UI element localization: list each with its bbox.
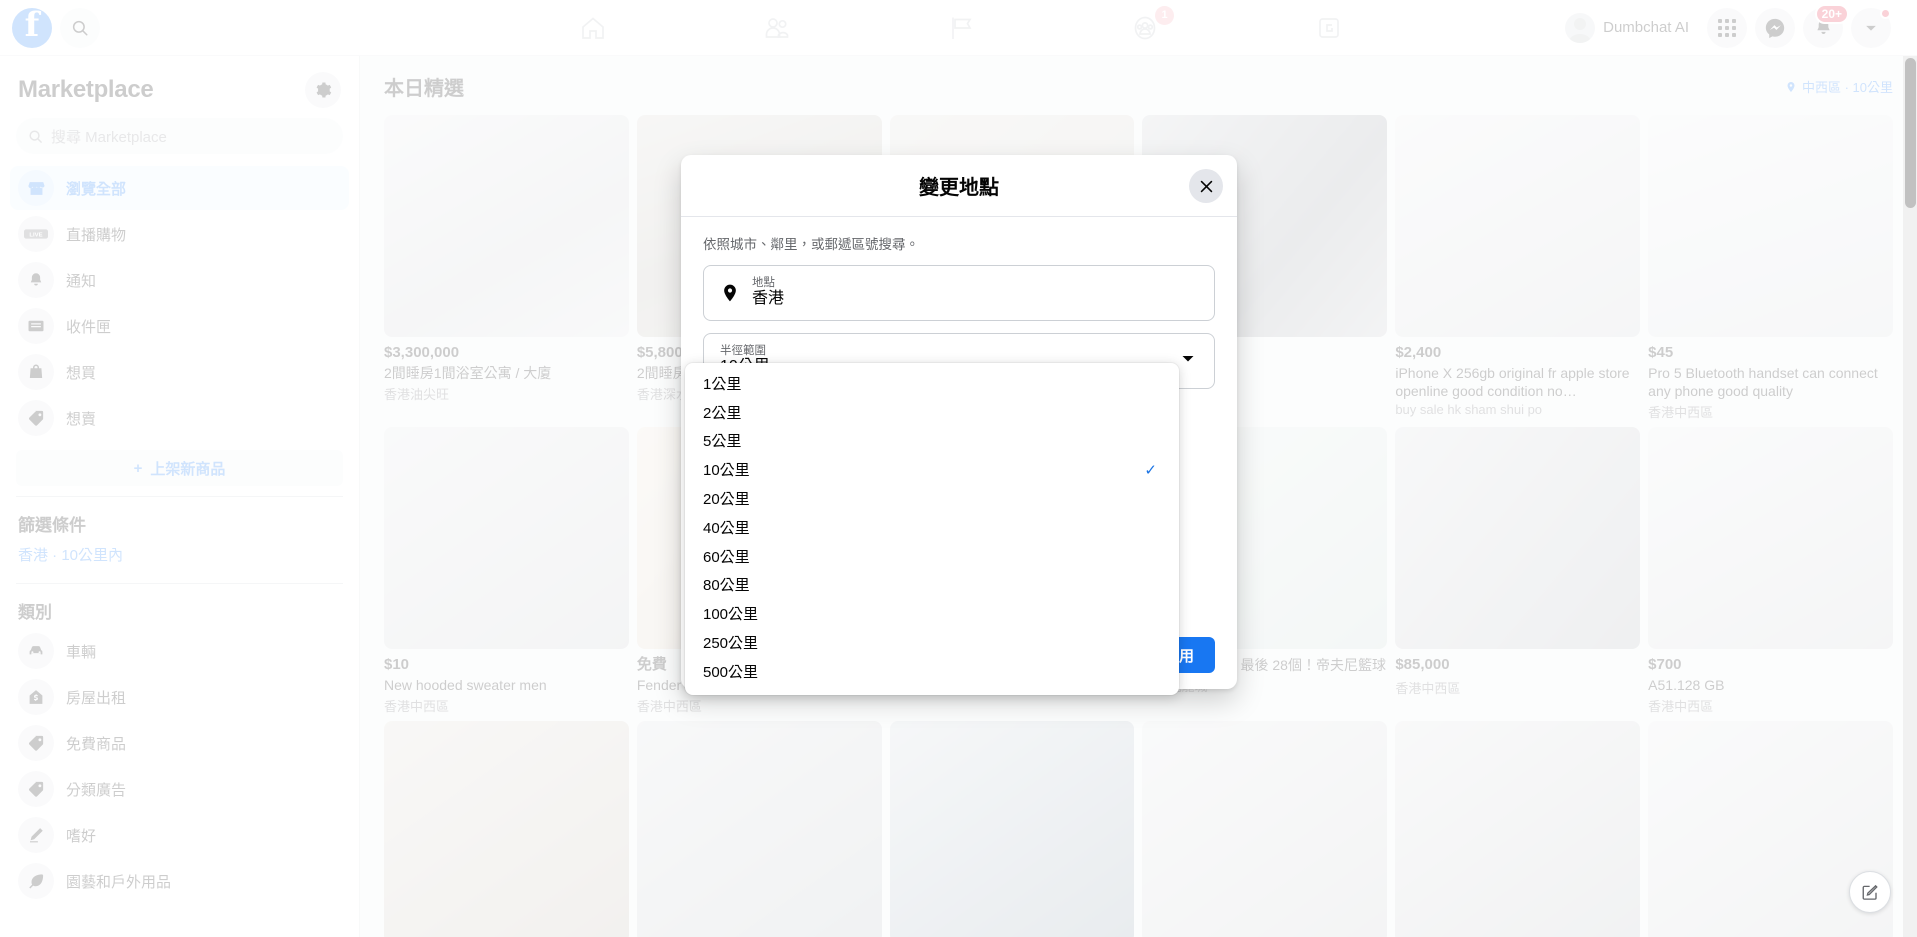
chevron-down-icon [1180,351,1196,372]
radius-dropdown-list[interactable]: 1公里 ✓ 2公里 ✓ 5公里 ✓ 10公里 ✓ 20公里 ✓ 40公里 ✓ [685,363,1179,695]
location-field-label: 地點 [752,277,775,290]
radius-option[interactable]: 250公里 ✓ [685,628,1179,657]
dialog-header: 變更地點 [681,155,1237,217]
radius-option-label: 500公里 [703,663,759,681]
radius-option[interactable]: 40公里 ✓ [685,513,1179,542]
radius-option[interactable]: 60公里 ✓ [685,542,1179,571]
radius-option[interactable]: 500公里 ✓ [685,657,1179,686]
location-field-texts: 地點 香港 [752,277,784,309]
radius-option-label: 250公里 [703,635,759,653]
radius-option[interactable]: 100公里 ✓ [685,599,1179,628]
dialog-description: 依照城市、鄰里，或郵遞區號搜尋。 [703,237,919,252]
radius-option[interactable]: 80公里 ✓ [685,571,1179,600]
radius-option[interactable]: 2公里 ✓ [685,398,1179,427]
compose-icon [1862,884,1878,900]
radius-option-label: 20公里 [703,491,750,509]
radius-option[interactable]: 20公里 ✓ [685,484,1179,513]
radius-option-label: 80公里 [703,577,750,595]
check-icon: ✓ [1144,461,1157,479]
radius-option-label: 5公里 [703,433,742,451]
scrollbar-thumb[interactable] [1905,58,1916,208]
location-input-field[interactable]: 地點 香港 [703,265,1215,321]
location-field-value: 香港 [752,290,785,308]
radius-field-label: 半徑範圍 [720,345,766,358]
close-icon [1200,180,1212,192]
page-scrollbar[interactable]: ▲ [1903,56,1917,937]
radius-option[interactable]: 5公里 ✓ [685,427,1179,456]
radius-option-selected[interactable]: 10公里 ✓ [685,455,1179,484]
radius-option[interactable]: 1公里 ✓ [685,369,1179,398]
radius-option-label: 2公里 [703,404,742,422]
compose-message-button[interactable] [1849,871,1891,913]
radius-option-label: 10公里 [703,462,750,480]
app-root: 1 Dumbchat AI [0,0,1917,937]
dialog-title: 變更地點 [919,177,999,199]
radius-option-label: 60公里 [703,548,750,566]
radius-option-label: 100公里 [703,606,759,624]
radius-option-label: 1公里 [703,375,742,393]
radius-option-label: 40公里 [703,519,750,537]
dialog-close-button[interactable] [1189,169,1223,203]
map-pin-icon [724,284,736,302]
